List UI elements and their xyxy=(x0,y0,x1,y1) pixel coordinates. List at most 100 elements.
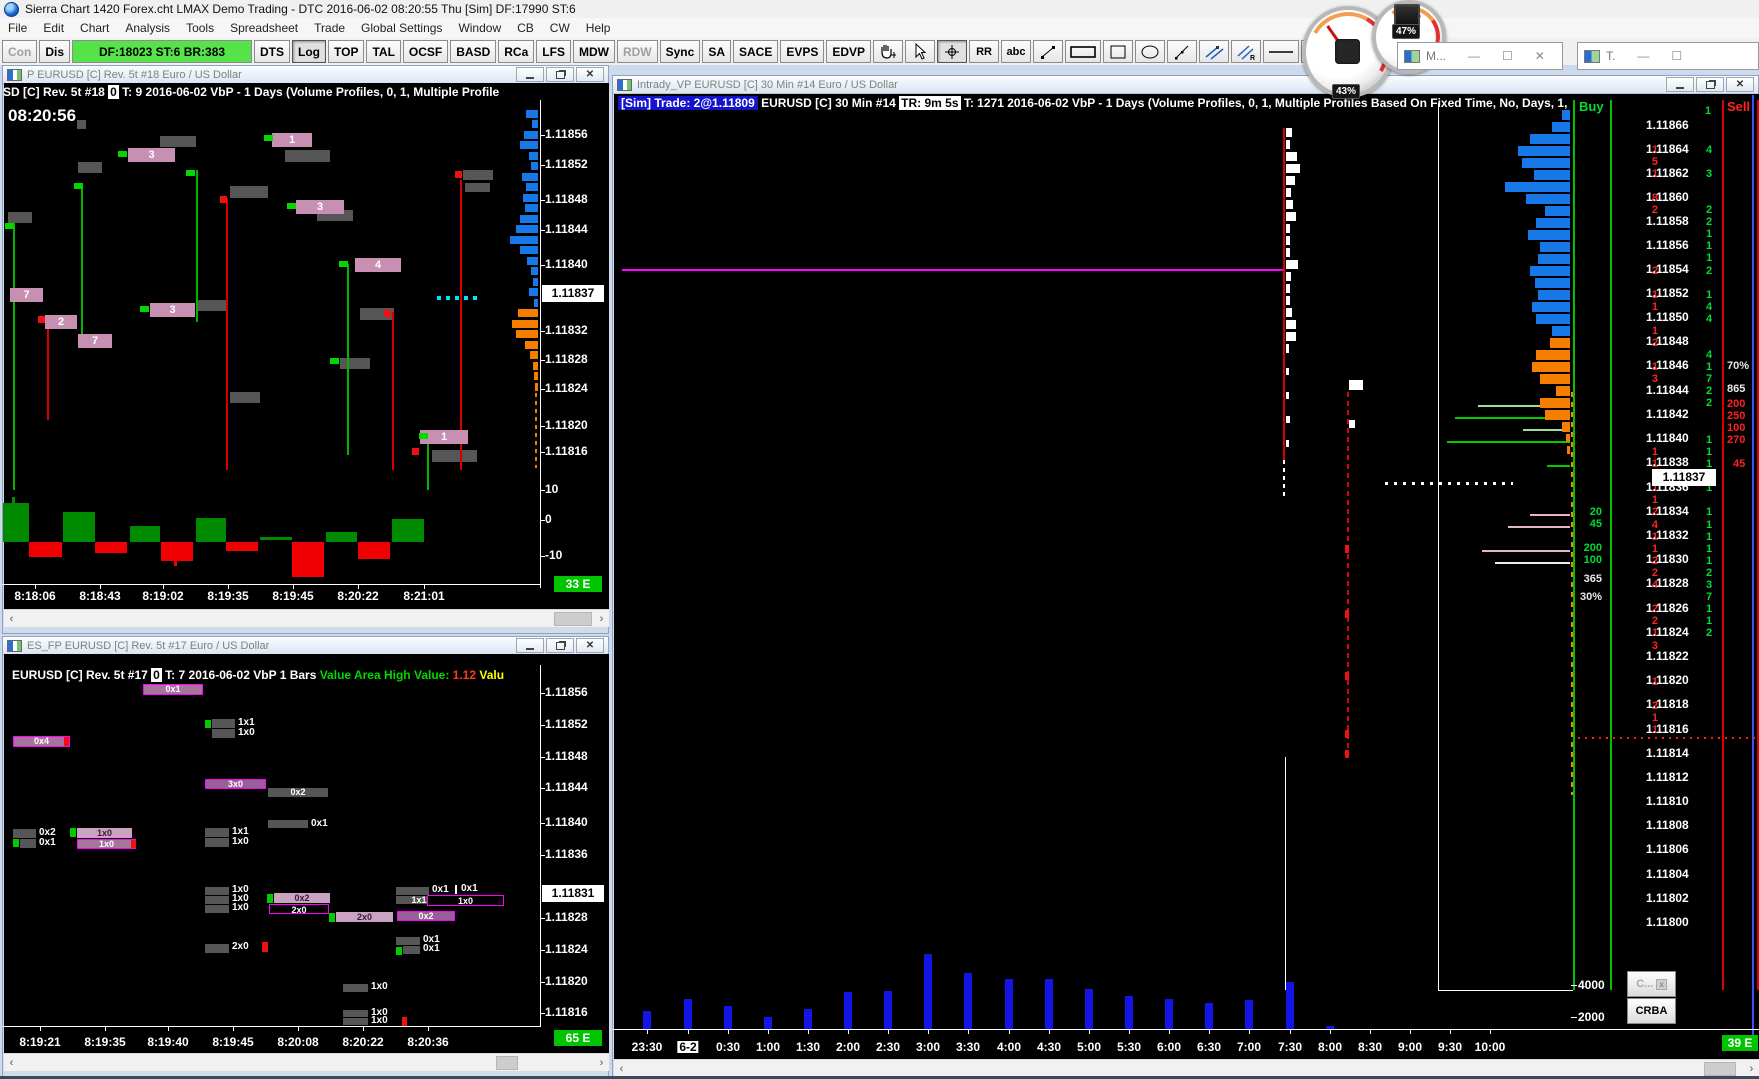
menu-help[interactable]: Help xyxy=(578,19,619,37)
close-button[interactable]: ✕ xyxy=(576,638,604,653)
menu-cb[interactable]: CB xyxy=(509,19,542,37)
menu-cw[interactable]: CW xyxy=(542,19,578,37)
menu-spreadsheet[interactable]: Spreadsheet xyxy=(222,19,306,37)
trendline-tool-icon[interactable] xyxy=(1033,40,1064,63)
maximize-button[interactable]: ☐ xyxy=(1671,49,1682,63)
tl-header-symbol: SD [C] Rev. 5t #18 xyxy=(3,85,109,99)
minimize-button[interactable] xyxy=(516,67,544,82)
toolbar-button-basd[interactable]: BASD xyxy=(450,40,497,63)
toolbar-button-sync[interactable]: Sync xyxy=(659,40,701,63)
ellipse-tool-icon[interactable] xyxy=(1135,40,1166,63)
minimize-button[interactable] xyxy=(516,638,544,653)
scroll-right-arrow[interactable]: › xyxy=(594,1055,609,1070)
toolbar-button-log[interactable]: Log xyxy=(292,40,327,63)
r-header-sim-trade: [Sim] Trade: 2@1.11809 xyxy=(618,96,758,110)
toolbar-button-rdw[interactable]: RDW xyxy=(616,40,658,63)
bl-header-symbol: EURUSD [C] Rev. 5t #17 xyxy=(12,668,152,682)
mini-window-icon xyxy=(1584,49,1600,63)
window-icon xyxy=(7,68,22,81)
toolbar-button-rca[interactable]: RCa xyxy=(498,40,535,63)
chart-area-14[interactable] xyxy=(614,94,1759,1059)
close-chart-button[interactable]: C... x xyxy=(1627,971,1676,997)
close-button[interactable]: ✕ xyxy=(576,67,604,82)
tl-header-box: 0 xyxy=(108,85,119,99)
minimize-button[interactable]: — xyxy=(1468,49,1480,63)
window-titlebar-14[interactable]: Intrady_VP EURUSD [C] 30 Min #14 Euro / … xyxy=(613,76,1758,94)
restore-button[interactable] xyxy=(546,638,574,653)
mini-window-title: M... xyxy=(1426,49,1446,63)
chart-area-17[interactable] xyxy=(4,654,609,1053)
rr-tool-button[interactable]: RR xyxy=(969,40,1000,63)
toolbar-button-top[interactable]: TOP xyxy=(328,40,365,63)
close-icon[interactable]: x xyxy=(1656,978,1667,990)
horizontal-line-tool-icon[interactable] xyxy=(1263,40,1300,63)
toolbar-button-edvp[interactable]: EDVP xyxy=(826,40,872,63)
hscrollbar-17: ‹ › xyxy=(4,1053,609,1071)
minimize-button[interactable] xyxy=(1666,77,1694,92)
window-titlebar-17[interactable]: ES_FP EURUSD [C] Rev. 5t #17 Euro / US D… xyxy=(3,637,608,655)
bl-chart-header: EURUSD [C] Rev. 5t #17 0 T: 7 2016-06-02… xyxy=(12,668,538,683)
parallel-ray-tool-icon[interactable]: R xyxy=(1231,40,1262,63)
bl-header-tail: Valu xyxy=(476,668,505,682)
toolbar-button-evps[interactable]: EVPS xyxy=(780,40,825,63)
bl-header-box: 0 xyxy=(151,668,162,682)
rectangle-highlight-tool-icon[interactable] xyxy=(1065,40,1102,63)
toolbar-button-sace[interactable]: SACE xyxy=(732,40,779,63)
toolbar-button-sa[interactable]: SA xyxy=(702,40,731,63)
scroll-left-arrow[interactable]: ‹ xyxy=(614,1061,629,1076)
tl-clock: 08:20:56 xyxy=(8,106,77,125)
crosshair-tool-icon[interactable] xyxy=(937,40,968,63)
toolbar-button-df-18023-st-6-br-383[interactable]: DF:18023 ST:6 BR:383 xyxy=(72,40,253,63)
menu-edit[interactable]: Edit xyxy=(35,19,72,37)
scroll-thumb[interactable] xyxy=(496,1056,518,1070)
close-button[interactable]: ✕ xyxy=(1726,77,1754,92)
toolbar-button-dts[interactable]: DTS xyxy=(254,40,291,63)
window-title: Intrady_VP EURUSD [C] 30 Min #14 Euro / … xyxy=(637,78,898,91)
toolbar-button-tal[interactable]: TAL xyxy=(366,40,401,63)
toolbar-button-ocsf[interactable]: OCSF xyxy=(402,40,449,63)
menu-chart[interactable]: Chart xyxy=(72,19,117,37)
pointer-tool-icon[interactable] xyxy=(905,40,936,63)
tl-chart-header: SD [C] Rev. 5t #18 0 T: 9 2016-06-02 VbP… xyxy=(3,85,520,100)
window-icon xyxy=(7,639,22,652)
menu-file[interactable]: File xyxy=(0,19,35,37)
close-button[interactable]: ✕ xyxy=(1535,49,1545,63)
chart-area-18[interactable] xyxy=(4,83,609,609)
mini-window-m[interactable]: M... — ☐ ✕ xyxy=(1397,42,1563,70)
scroll-left-arrow[interactable]: ‹ xyxy=(4,1055,19,1070)
toolbar-button-dis[interactable]: Dis xyxy=(39,40,71,63)
scroll-right-arrow[interactable]: › xyxy=(1744,1061,1759,1076)
toolbar-button-lfs[interactable]: LFS xyxy=(536,40,571,63)
close-chart-button-label: C... xyxy=(1636,978,1654,990)
cpu-gauge-right-value: 47% xyxy=(1392,24,1421,39)
window-title: P EURUSD [C] Rev. 5t #18 Euro / US Dolla… xyxy=(27,68,242,81)
toolbar-button-con[interactable]: Con xyxy=(2,40,38,63)
toolbar-button-mdw[interactable]: MDW xyxy=(572,40,615,63)
cpu-gauge-left-value: 43% xyxy=(1332,84,1361,99)
rectangle-tool-icon[interactable] xyxy=(1103,40,1134,63)
parallel-lines-tool-icon[interactable] xyxy=(1199,40,1230,63)
pan-tool-icon[interactable] xyxy=(873,40,904,63)
app-icon xyxy=(4,1,19,17)
menu-window[interactable]: Window xyxy=(450,19,509,37)
minimize-button[interactable]: — xyxy=(1637,49,1649,63)
scroll-left-arrow[interactable]: ‹ xyxy=(4,611,19,626)
mini-window-t[interactable]: T. — ☐ xyxy=(1577,42,1759,70)
text-tool-button[interactable]: abc xyxy=(1001,40,1032,63)
scroll-right-arrow[interactable]: › xyxy=(594,611,609,626)
menu-analysis[interactable]: Analysis xyxy=(117,19,178,37)
restore-button[interactable] xyxy=(1696,77,1724,92)
app-titlebar[interactable]: Sierra Chart 1420 Forex.cht LMAX Demo Tr… xyxy=(0,0,1759,18)
menu-trade[interactable]: Trade xyxy=(306,19,353,37)
maximize-button[interactable]: ☐ xyxy=(1502,49,1513,63)
window-titlebar-18[interactable]: P EURUSD [C] Rev. 5t #18 Euro / US Dolla… xyxy=(3,66,608,84)
crba-button[interactable]: CRBA xyxy=(1627,998,1676,1024)
ray-tool-icon[interactable] xyxy=(1167,40,1198,63)
menu-tools[interactable]: Tools xyxy=(178,19,222,37)
menu-global-settings[interactable]: Global Settings xyxy=(353,19,450,37)
scroll-thumb[interactable] xyxy=(554,612,592,626)
sierra-chart-app: { "titlebar":{"title":"Sierra Chart 1420… xyxy=(0,0,1759,1079)
bl-header-study: T: 7 2016-06-02 VbP 1 Bars xyxy=(161,668,320,682)
restore-button[interactable] xyxy=(546,67,574,82)
scroll-thumb[interactable] xyxy=(1704,1062,1736,1076)
